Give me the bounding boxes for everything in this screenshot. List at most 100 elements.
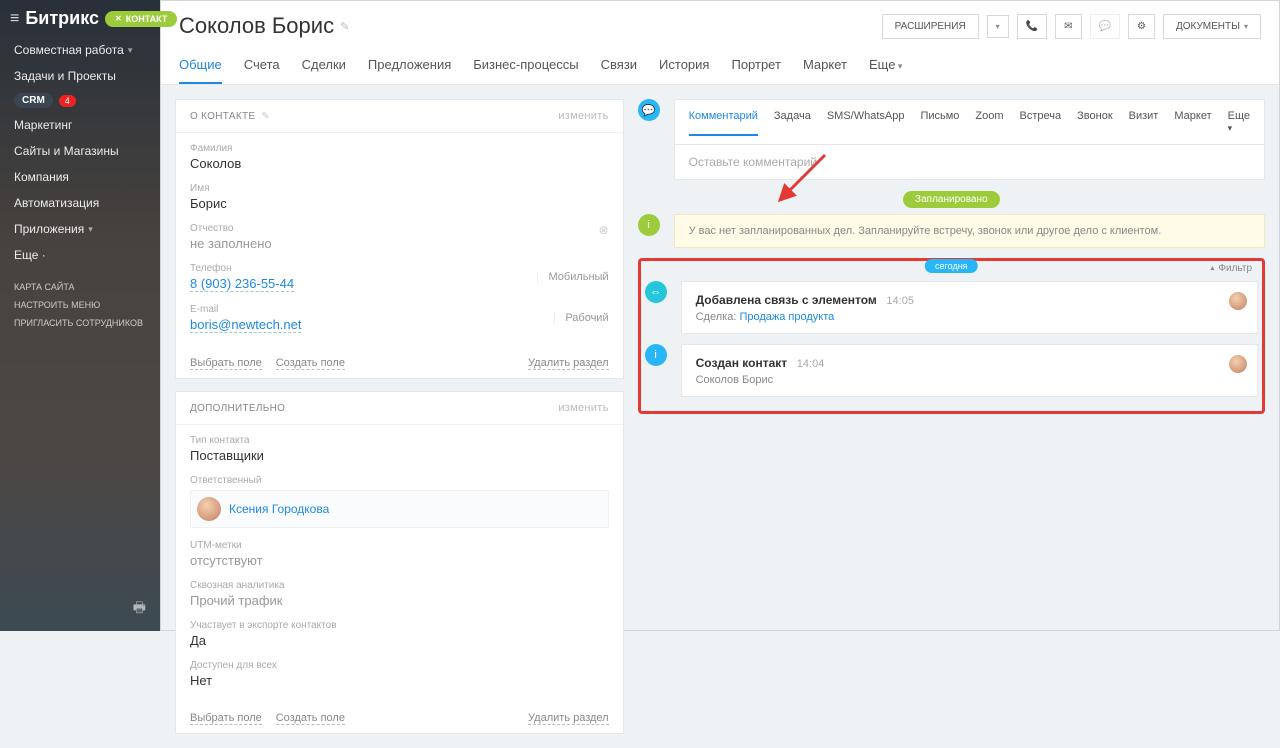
comment-input[interactable]: Оставьте комментарий — [674, 145, 1265, 180]
tab-market[interactable]: Маркет — [803, 57, 847, 84]
tab-history[interactable]: История — [659, 57, 709, 84]
menu-burger-icon[interactable]: ≡ — [10, 10, 19, 28]
event-title: Создан контакт — [696, 356, 788, 370]
event-sub: Соколов Борис — [696, 374, 1243, 386]
event-avatar-icon — [1229, 355, 1247, 373]
event-deal-link[interactable]: Продажа продукта — [739, 311, 834, 323]
public-label: Доступен для всех — [190, 660, 609, 671]
sidebar-item-automation[interactable]: Автоматизация — [0, 190, 160, 216]
utm-label: UTM-метки — [190, 540, 609, 551]
about-edit-link[interactable]: изменить — [558, 110, 608, 122]
event-title: Добавлена связь с элементом — [696, 293, 877, 307]
timeline-event[interactable]: Создан контакт 14:04 Соколов Борис — [681, 344, 1258, 397]
utm-value[interactable]: отсутствуют — [190, 553, 609, 568]
left-sidebar: ≡ Битрикс КОНТАКТ Совместная работа▾ Зад… — [0, 0, 160, 631]
delete-section-link-2[interactable]: Удалить раздел — [528, 712, 609, 725]
call-icon[interactable]: 📞 — [1017, 14, 1047, 39]
sidebar-item-sites[interactable]: Сайты и Магазины — [0, 138, 160, 164]
email-type: Рабочий — [554, 312, 608, 324]
create-field-link-2[interactable]: Создать поле — [276, 712, 345, 725]
gear-icon[interactable]: ⚙ — [1128, 14, 1155, 39]
sidebar-item-crm[interactable]: CRM 4 — [0, 89, 160, 112]
act-tab-mail[interactable]: Письмо — [920, 108, 959, 136]
responsible-selector[interactable]: Ксения Городкова — [190, 490, 609, 528]
tab-general[interactable]: Общие — [179, 57, 222, 84]
act-tab-comment[interactable]: Комментарий — [689, 108, 758, 136]
entity-tabs: Общие Счета Сделки Предложения Бизнес-пр… — [179, 57, 1261, 84]
lastname-value[interactable]: Соколов — [190, 156, 609, 171]
sidebar-item-company[interactable]: Компания — [0, 164, 160, 190]
act-tab-market[interactable]: Маркет — [1174, 108, 1211, 136]
email-label: E-mail — [190, 304, 609, 315]
main-panel: Соколов Борис ✎ РАСШИРЕНИЯ ▾ 📞 ✉ 💬 ⚙ ДОК… — [160, 0, 1280, 631]
comment-badge-icon: 💬 — [638, 99, 660, 121]
type-value[interactable]: Поставщики — [190, 448, 609, 463]
email-value[interactable]: boris@newtech.net — [190, 317, 301, 333]
middlename-value[interactable]: не заполнено — [190, 236, 609, 251]
sidebar-item-marketing[interactable]: Маркетинг — [0, 112, 160, 138]
extensions-dropdown[interactable]: ▾ — [987, 15, 1009, 38]
sidebar-sitemap[interactable]: КАРТА САЙТА — [0, 278, 160, 296]
export-value[interactable]: Да — [190, 633, 609, 648]
middlename-label: Отчество — [190, 223, 609, 234]
create-field-link[interactable]: Создать поле — [276, 357, 345, 370]
pencil-icon[interactable]: ✎ — [261, 111, 270, 122]
event-avatar-icon — [1229, 292, 1247, 310]
type-label: Тип контакта — [190, 435, 609, 446]
extra-edit-link[interactable]: изменить — [558, 402, 608, 414]
select-field-link-2[interactable]: Выбрать поле — [190, 712, 262, 725]
act-tab-meeting[interactable]: Встреча — [1020, 108, 1062, 136]
avatar-icon — [197, 497, 221, 521]
tab-invoices[interactable]: Счета — [244, 57, 280, 84]
today-pill: сегодня — [925, 259, 978, 273]
phone-type: Мобильный — [537, 271, 608, 283]
page-title: Соколов Борис — [179, 13, 334, 39]
act-tab-sms[interactable]: SMS/WhatsApp — [827, 108, 905, 136]
select-field-link[interactable]: Выбрать поле — [190, 357, 262, 370]
sidebar-item-more[interactable]: Еще · — [0, 242, 160, 268]
tab-portrait[interactable]: Портрет — [731, 57, 780, 84]
analytics-value[interactable]: Прочий трафик — [190, 593, 609, 608]
mail-icon[interactable]: ✉ — [1055, 14, 1081, 39]
extra-card: ДОПОЛНИТЕЛЬНО изменить Тип контакта Пост… — [175, 391, 624, 734]
timeline-event[interactable]: Добавлена связь с элементом 14:05 Сделка… — [681, 281, 1258, 334]
responsible-label: Ответственный — [190, 475, 609, 486]
act-tab-call[interactable]: Звонок — [1077, 108, 1113, 136]
extensions-button[interactable]: РАСШИРЕНИЯ — [882, 14, 979, 39]
info-badge-icon: i — [638, 214, 660, 236]
contact-badge[interactable]: КОНТАКТ — [105, 11, 177, 27]
phone-value[interactable]: 8 (903) 236-55-44 — [190, 276, 294, 292]
act-tab-visit[interactable]: Визит — [1129, 108, 1159, 136]
tab-bizproc[interactable]: Бизнес-процессы — [473, 57, 578, 84]
planned-pill: Запланировано — [903, 191, 1000, 208]
lastname-label: Фамилия — [190, 143, 609, 154]
sidebar-item-tasks[interactable]: Задачи и Проекты — [0, 63, 160, 89]
documents-button[interactable]: ДОКУМЕНТЫ▾ — [1163, 14, 1261, 39]
sidebar-item-collab[interactable]: Совместная работа▾ — [0, 37, 160, 63]
brand-logo: Битрикс — [25, 8, 99, 29]
info2-badge-icon: i — [645, 344, 667, 366]
filter-link[interactable]: Фильтр — [1210, 263, 1252, 274]
tab-deals[interactable]: Сделки — [302, 57, 346, 84]
field-close-icon[interactable]: ⊗ — [599, 223, 609, 237]
analytics-label: Сквозная аналитика — [190, 580, 609, 591]
act-tab-zoom[interactable]: Zoom — [975, 108, 1003, 136]
tab-relations[interactable]: Связи — [601, 57, 637, 84]
firstname-value[interactable]: Борис — [190, 196, 609, 211]
delete-section-link[interactable]: Удалить раздел — [528, 357, 609, 370]
sidebar-configure[interactable]: НАСТРОИТЬ МЕНЮ — [0, 296, 160, 314]
highlighted-events-box: сегодня Фильтр ⇔ Добавлена связь с элеме… — [638, 258, 1265, 414]
tab-more[interactable]: Еще — [869, 57, 902, 84]
topbar: Соколов Борис ✎ РАСШИРЕНИЯ ▾ 📞 ✉ 💬 ⚙ ДОК… — [161, 1, 1279, 85]
act-tab-more[interactable]: Еще — [1228, 108, 1250, 136]
sidebar-invite[interactable]: ПРИГЛАСИТЬ СОТРУДНИКОВ — [0, 314, 160, 332]
activity-tabs: Комментарий Задача SMS/WhatsApp Письмо Z… — [674, 99, 1265, 145]
chat-icon[interactable]: 💬 — [1090, 14, 1120, 39]
public-value[interactable]: Нет — [190, 673, 609, 688]
tab-quotes[interactable]: Предложения — [368, 57, 451, 84]
act-tab-task[interactable]: Задача — [774, 108, 811, 136]
sidebar-item-apps[interactable]: Приложения▾ — [0, 216, 160, 242]
event-sub-label: Сделка: — [696, 311, 737, 323]
print-icon[interactable]: 🖶 — [133, 597, 146, 621]
edit-title-icon[interactable]: ✎ — [340, 20, 349, 33]
